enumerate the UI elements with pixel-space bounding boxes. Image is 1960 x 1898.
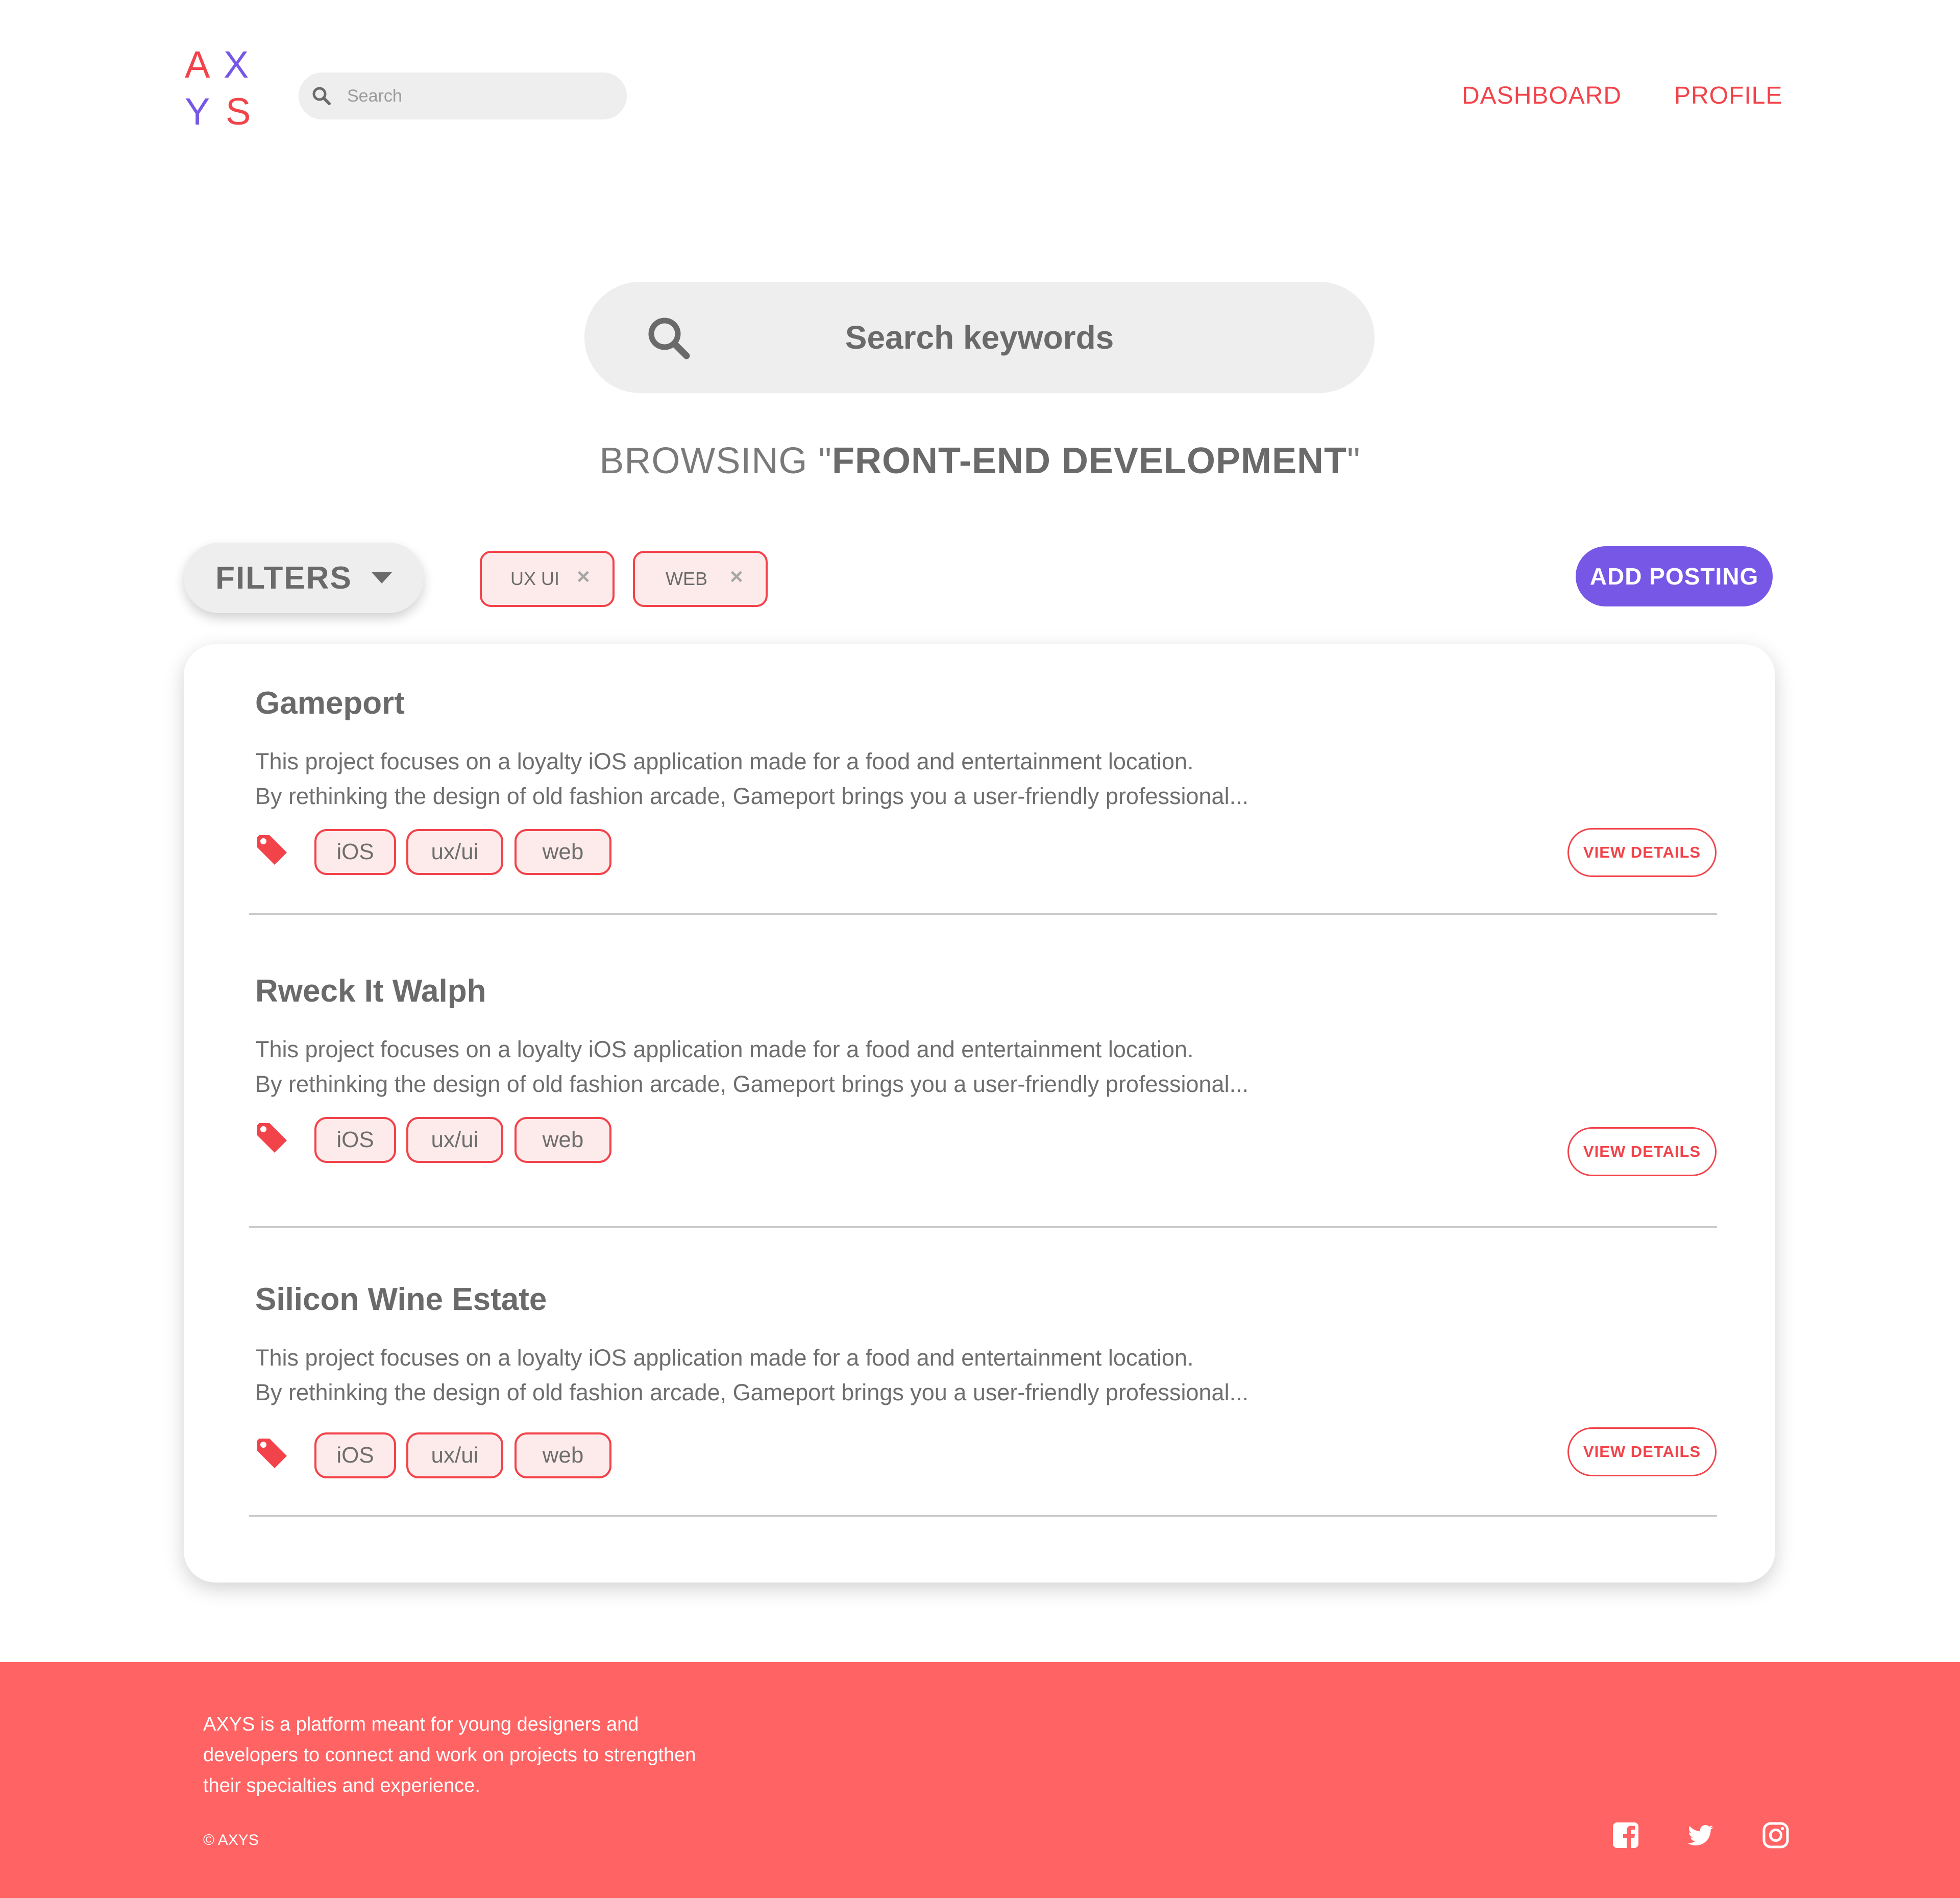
filter-chip-ux-ui: UX UI × xyxy=(480,551,615,607)
search-icon xyxy=(312,87,331,105)
project-tag-ux-ui[interactable]: ux/ui xyxy=(406,1117,503,1163)
header-search-input[interactable]: Search xyxy=(299,72,627,119)
tag-icon xyxy=(257,1439,287,1468)
logo-letter-x: X xyxy=(224,43,249,86)
tag-icon xyxy=(257,835,287,865)
browsing-heading: BROWSING "FRONT-END DEVELOPMENT" xyxy=(0,440,1960,482)
footer-copyright: © AXYS xyxy=(203,1832,259,1848)
footer: AXYS is a platform meant for young desig… xyxy=(0,1662,1960,1898)
close-icon[interactable]: × xyxy=(577,564,590,590)
project-tag-web[interactable]: web xyxy=(514,829,611,875)
tag-icon xyxy=(257,1123,287,1153)
browsing-prefix: BROWSING " xyxy=(599,441,832,481)
project-title: Silicon Wine Estate xyxy=(255,1282,547,1317)
filter-chip-label: WEB xyxy=(666,568,708,589)
divider xyxy=(249,913,1717,915)
filters-dropdown-button[interactable]: FILTERS xyxy=(184,543,424,613)
view-details-button[interactable]: VIEW DETAILS xyxy=(1567,1427,1717,1476)
nav-profile-link[interactable]: PROFILE xyxy=(1674,82,1782,110)
project-list-card: Gameport This project focuses on a loyal… xyxy=(184,644,1775,1583)
header-search-placeholder: Search xyxy=(347,86,402,106)
filter-chip-web: WEB × xyxy=(633,551,768,607)
project-description-line1: This project focuses on a loyalty iOS ap… xyxy=(255,1345,1194,1371)
axys-logo[interactable]: A X Y S xyxy=(185,46,254,133)
instagram-icon[interactable] xyxy=(1762,1821,1790,1849)
twitter-icon[interactable] xyxy=(1687,1821,1714,1849)
logo-letter-a: A xyxy=(185,43,210,86)
project-title: Rweck It Walph xyxy=(255,974,486,1009)
nav-dashboard-link[interactable]: DASHBOARD xyxy=(1462,82,1622,110)
caret-down-icon xyxy=(371,572,392,583)
project-tag-ux-ui[interactable]: ux/ui xyxy=(406,1432,503,1478)
view-details-button[interactable]: VIEW DETAILS xyxy=(1567,828,1717,877)
project-description-line2: By rethinking the design of old fashion … xyxy=(255,1379,1249,1405)
project-title: Gameport xyxy=(255,686,405,721)
browsing-topic: FRONT-END DEVELOPMENT xyxy=(831,441,1348,481)
footer-about-text: AXYS is a platform meant for young desig… xyxy=(203,1714,696,1796)
browsing-suffix: " xyxy=(1347,441,1361,481)
project-tag-ios[interactable]: iOS xyxy=(314,829,396,875)
project-description-line2: By rethinking the design of old fashion … xyxy=(255,783,1249,809)
project-tag-web[interactable]: web xyxy=(514,1432,611,1478)
divider xyxy=(249,1515,1717,1517)
project-description-line2: By rethinking the design of old fashion … xyxy=(255,1071,1249,1097)
filters-label: FILTERS xyxy=(215,560,352,596)
keyword-search-input[interactable]: Search keywords xyxy=(584,282,1375,393)
facebook-icon[interactable] xyxy=(1612,1821,1639,1849)
project-tag-ux-ui[interactable]: ux/ui xyxy=(406,829,503,875)
project-tag-ios[interactable]: iOS xyxy=(314,1117,396,1163)
project-description-line1: This project focuses on a loyalty iOS ap… xyxy=(255,748,1194,774)
logo-letter-s: S xyxy=(226,90,251,133)
add-posting-button[interactable]: ADD POSTING xyxy=(1576,546,1773,606)
close-icon[interactable]: × xyxy=(730,564,743,590)
view-details-button[interactable]: VIEW DETAILS xyxy=(1567,1127,1717,1176)
project-tag-web[interactable]: web xyxy=(514,1117,611,1163)
project-tag-ios[interactable]: iOS xyxy=(314,1432,396,1478)
filter-chip-label: UX UI xyxy=(510,568,560,589)
project-description-line1: This project focuses on a loyalty iOS ap… xyxy=(255,1036,1194,1062)
divider xyxy=(249,1226,1717,1228)
logo-letter-y: Y xyxy=(185,90,210,133)
keyword-search-placeholder: Search keywords xyxy=(845,319,1114,356)
